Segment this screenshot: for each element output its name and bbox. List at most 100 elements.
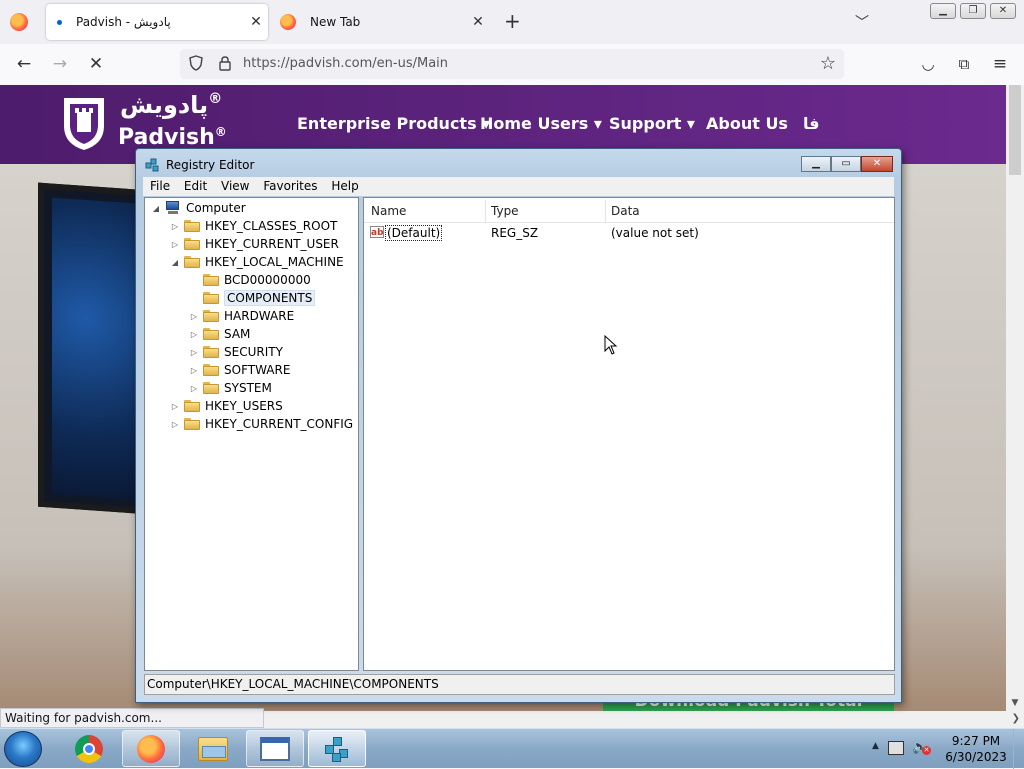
menu-help[interactable]: Help — [331, 177, 358, 196]
tab-title: Padvish - پادویش — [76, 15, 171, 29]
taskbar-regedit[interactable] — [308, 730, 366, 767]
browser-nav-bar: ← → ✕ https://padvish.com/en-us/Main ☆ ◡… — [0, 44, 1024, 86]
tree-node-hardware[interactable]: ▷ HARDWARE — [189, 307, 294, 325]
nav-language-fa[interactable]: فا — [803, 114, 819, 133]
nav-about-us[interactable]: About Us — [706, 114, 788, 133]
taskbar-chrome[interactable] — [60, 730, 118, 767]
minimize-button[interactable]: ▁ — [801, 156, 831, 172]
tree-node-sam[interactable]: ▷ SAM — [189, 325, 250, 343]
menu-view[interactable]: View — [221, 177, 249, 196]
page-scrollbar[interactable]: ▼ — [1006, 85, 1024, 728]
tree-node-hkcu[interactable]: ▷ HKEY_CURRENT_USER — [170, 235, 339, 253]
tree-node-hkcc[interactable]: ▷ HKEY_CURRENT_CONFIG — [170, 415, 353, 433]
expand-arrow-icon[interactable]: ▷ — [189, 330, 199, 339]
pocket-icon[interactable]: ◡ — [916, 52, 940, 76]
column-header-type[interactable]: Type — [491, 200, 519, 222]
expand-arrow-icon[interactable]: ▷ — [189, 348, 199, 357]
forward-arrow-icon[interactable]: → — [48, 52, 72, 76]
expand-arrow-icon[interactable]: ▷ — [170, 222, 180, 231]
extensions-icon[interactable]: ⧉ — [952, 52, 976, 76]
regedit-status-bar: Computer\HKEY_LOCAL_MACHINE\COMPONENTS — [144, 674, 895, 695]
expand-arrow-icon[interactable]: ▷ — [170, 420, 180, 429]
start-button-windows-icon[interactable] — [4, 731, 42, 767]
expand-arrow-icon[interactable]: ▷ — [189, 312, 199, 321]
tree-node-security[interactable]: ▷ SECURITY — [189, 343, 283, 361]
show-desktop-button[interactable] — [1013, 729, 1024, 769]
mute-x-icon: ✕ — [922, 746, 931, 755]
list-all-tabs-chevron-icon[interactable]: ﹀ — [855, 12, 869, 32]
close-button[interactable]: ✕ — [861, 156, 893, 172]
nav-support[interactable]: Support ▾ — [609, 114, 695, 133]
expand-arrow-icon[interactable]: ▷ — [170, 402, 180, 411]
window-title: Registry Editor — [166, 158, 255, 172]
bookmark-star-icon[interactable]: ☆ — [820, 53, 836, 74]
stop-loading-icon[interactable]: ✕ — [84, 52, 108, 76]
restore-button[interactable]: ❐ — [960, 3, 986, 19]
horizontal-scrollbar[interactable]: ❯ — [264, 711, 1024, 728]
system-tray: ▲ 🔈 ✕ 9:27 PM 6/30/2023 — [864, 729, 1024, 769]
system-clock[interactable]: 9:27 PM 6/30/2023 — [936, 733, 1016, 765]
collapse-arrow-icon[interactable]: ◢ — [170, 258, 180, 267]
tree-node-hku[interactable]: ▷ HKEY_USERS — [170, 397, 283, 415]
selected-key-label: COMPONENTS — [224, 290, 316, 306]
collapse-arrow-icon[interactable]: ◢ — [151, 204, 161, 213]
tab-padvish[interactable]: Padvish - پادویش ✕ — [46, 4, 268, 40]
tree-node-bcd[interactable]: BCD00000000 — [189, 271, 311, 289]
close-window-button[interactable]: ✕ — [990, 3, 1016, 19]
folder-icon — [203, 382, 219, 394]
folder-icon — [203, 310, 219, 322]
new-tab-button[interactable]: + — [504, 10, 521, 32]
column-header-data[interactable]: Data — [611, 200, 640, 222]
network-icon[interactable] — [888, 741, 904, 755]
registry-editor-window[interactable]: Registry Editor ▁ ▭ ✕ File Edit View Fav… — [135, 148, 902, 703]
tracking-shield-icon[interactable] — [189, 55, 203, 71]
menu-file[interactable]: File — [150, 177, 170, 196]
computer-icon — [165, 201, 181, 215]
close-tab-icon[interactable]: ✕ — [244, 14, 268, 30]
taskbar-window[interactable] — [246, 730, 304, 767]
hamburger-menu-icon[interactable]: ≡ — [988, 52, 1012, 76]
scroll-down-arrow-icon[interactable]: ▼ — [1006, 698, 1024, 708]
expand-arrow-icon[interactable]: ▷ — [170, 240, 180, 249]
tree-node-system[interactable]: ▷ SYSTEM — [189, 379, 272, 397]
nav-enterprise-products[interactable]: Enterprise Products ▾ — [297, 114, 490, 133]
folder-icon — [184, 238, 200, 250]
maximize-button[interactable]: ▭ — [831, 156, 861, 172]
window-controls: ▁ ❐ ✕ — [930, 3, 1016, 19]
minimize-button[interactable]: ▁ — [930, 3, 956, 19]
padvish-logo-icon[interactable] — [60, 96, 108, 152]
folder-icon — [203, 364, 219, 376]
tree-node-software[interactable]: ▷ SOFTWARE — [189, 361, 291, 379]
taskbar-explorer[interactable] — [184, 730, 242, 767]
string-value-icon: ab — [370, 226, 384, 238]
lock-icon[interactable] — [218, 55, 232, 71]
nav-home-users[interactable]: Home Users ▾ — [480, 114, 602, 133]
regedit-window-controls: ▁ ▭ ✕ — [801, 156, 893, 172]
regedit-app-icon — [145, 158, 159, 172]
clock-date: 6/30/2023 — [945, 750, 1007, 764]
brand-name-fa: پادویش® — [120, 91, 223, 119]
show-hidden-icons-chevron-icon[interactable]: ▲ — [872, 741, 879, 751]
registry-tree[interactable]: ◢ Computer ▷ HKEY_CLASSES_ROOT ▷ HKEY_CU… — [144, 197, 359, 671]
regedit-icon — [323, 735, 351, 763]
menu-edit[interactable]: Edit — [184, 177, 207, 196]
menu-favorites[interactable]: Favorites — [263, 177, 317, 196]
firefox-menu-icon[interactable] — [10, 13, 28, 31]
expand-arrow-icon[interactable]: ▷ — [189, 384, 199, 393]
value-name[interactable]: (Default) — [385, 224, 443, 242]
back-arrow-icon[interactable]: ← — [12, 52, 36, 76]
scrollbar-thumb[interactable] — [1009, 85, 1021, 175]
close-tab-icon[interactable]: ✕ — [466, 14, 490, 30]
url-bar[interactable]: https://padvish.com/en-us/Main ☆ — [180, 49, 844, 79]
tab-new-tab[interactable]: New Tab ✕ — [272, 4, 490, 40]
tree-node-components[interactable]: COMPONENTS — [189, 289, 316, 307]
taskbar-firefox[interactable] — [122, 730, 180, 767]
scroll-right-arrow-icon[interactable]: ❯ — [1012, 713, 1020, 724]
expand-arrow-icon[interactable]: ▷ — [189, 366, 199, 375]
tree-node-computer[interactable]: ◢ Computer — [151, 199, 246, 217]
tree-node-hkcr[interactable]: ▷ HKEY_CLASSES_ROOT — [170, 217, 337, 235]
column-header-name[interactable]: Name — [371, 200, 406, 222]
registry-values-list[interactable]: Name Type Data ab (Default) REG_SZ (valu… — [363, 197, 895, 671]
tab-title: New Tab — [310, 15, 361, 29]
tree-node-hklm[interactable]: ◢ HKEY_LOCAL_MACHINE — [170, 253, 344, 271]
